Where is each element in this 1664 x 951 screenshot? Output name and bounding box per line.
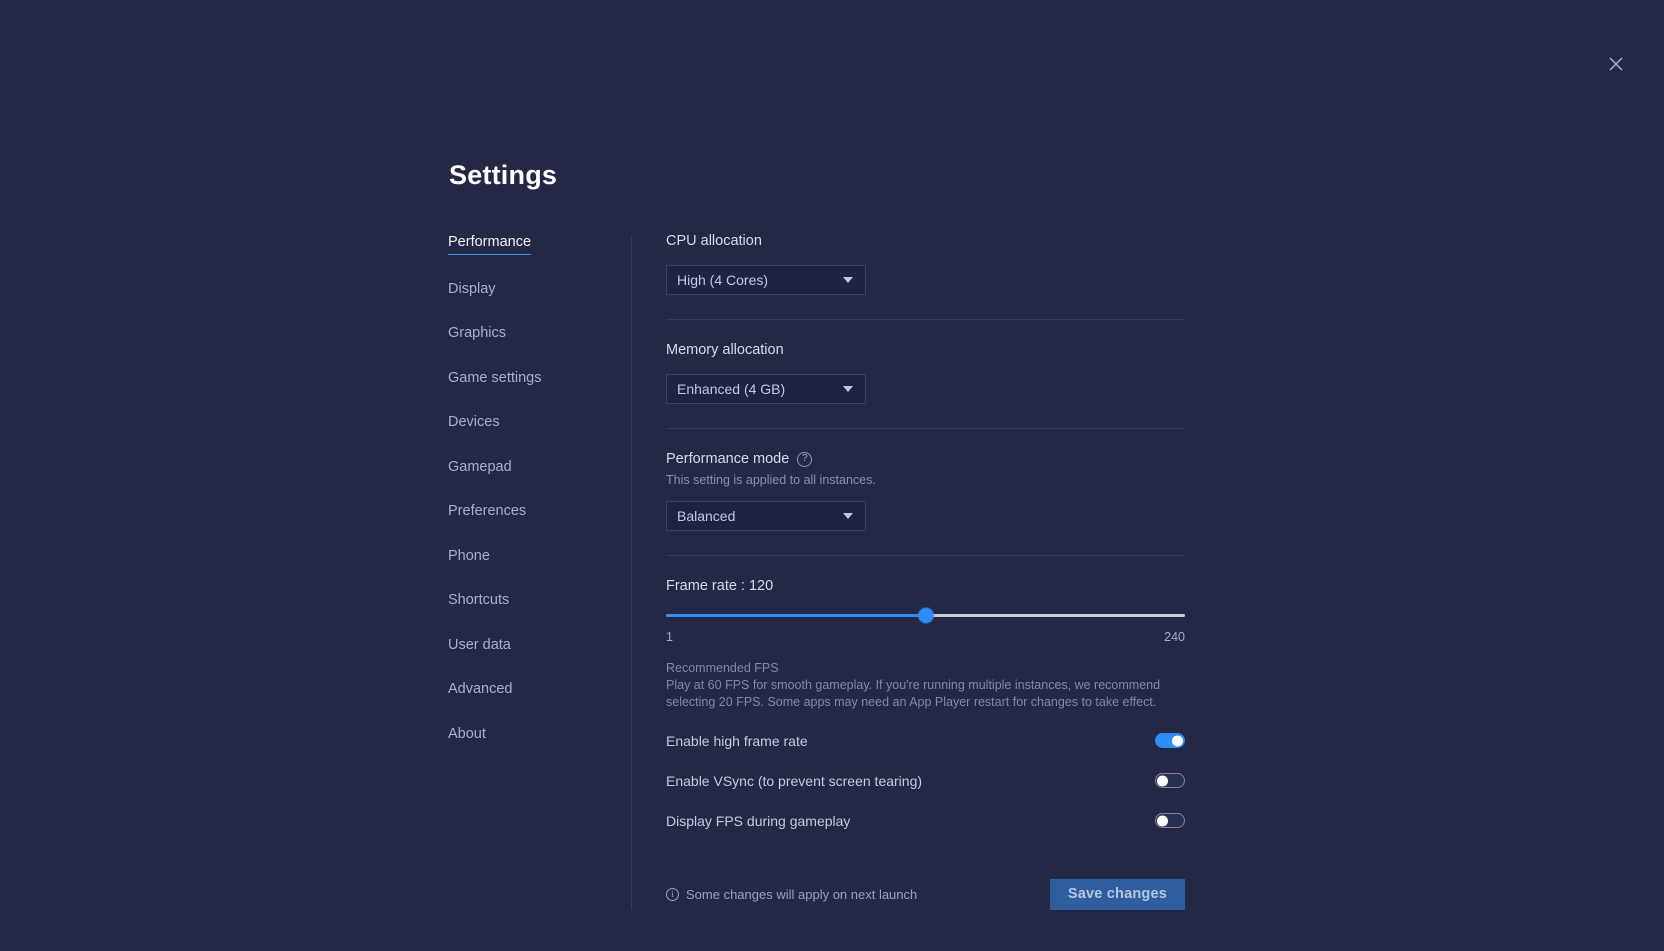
save-changes-button[interactable]: Save changes	[1050, 879, 1185, 910]
sidebar-item-shortcuts[interactable]: Shortcuts	[448, 593, 509, 611]
toggle-label-display-fps: Display FPS during gameplay	[666, 813, 850, 829]
performance-mode-section: Performance mode ? This setting is appli…	[666, 451, 1208, 531]
toggle-display-fps[interactable]	[1155, 813, 1185, 828]
settings-footer: i Some changes will apply on next launch…	[666, 879, 1185, 910]
settings-window: Settings Performance Display Graphics Ga…	[0, 0, 1664, 951]
chevron-down-icon	[843, 277, 853, 283]
recommended-fps-title: Recommended FPS	[666, 661, 1208, 675]
frame-rate-section: Frame rate : 120 1 240 Recommended FPS P…	[666, 578, 1208, 834]
section-divider-1	[666, 319, 1185, 320]
recommended-fps-text: Play at 60 FPS for smooth gameplay. If y…	[666, 677, 1166, 712]
toggle-high-frame-rate[interactable]	[1155, 733, 1185, 748]
sidebar-nav-list: Performance Display Graphics Game settin…	[448, 235, 631, 771]
memory-allocation-section: Memory allocation Enhanced (4 GB)	[666, 342, 1208, 404]
sidebar-item-devices[interactable]: Devices	[448, 415, 500, 433]
cpu-allocation-label: CPU allocation	[666, 233, 1208, 249]
performance-mode-dropdown[interactable]: Balanced	[666, 501, 866, 531]
sidebar-item-performance[interactable]: Performance	[448, 235, 531, 255]
toggle-knob	[1172, 735, 1183, 746]
sidebar-item-graphics[interactable]: Graphics	[448, 326, 506, 344]
sidebar-item-about[interactable]: About	[448, 727, 486, 745]
close-icon[interactable]	[1600, 48, 1632, 80]
frame-rate-slider-fill	[666, 614, 926, 617]
memory-allocation-label: Memory allocation	[666, 342, 1208, 358]
memory-allocation-dropdown[interactable]: Enhanced (4 GB)	[666, 374, 866, 404]
frame-rate-slider-thumb[interactable]	[918, 608, 933, 623]
sidebar-item-display[interactable]: Display	[448, 282, 496, 300]
frame-rate-label: Frame rate : 120	[666, 578, 1208, 594]
performance-mode-label: Performance mode	[666, 451, 789, 467]
toggle-label-vsync: Enable VSync (to prevent screen tearing)	[666, 773, 922, 789]
settings-body: Performance Display Graphics Game settin…	[448, 233, 1208, 910]
toggle-row-high-frame-rate: Enable high frame rate	[666, 728, 1185, 754]
sidebar-item-preferences[interactable]: Preferences	[448, 504, 526, 522]
toggle-label-high-frame-rate: Enable high frame rate	[666, 733, 808, 749]
chevron-down-icon	[843, 386, 853, 392]
frame-rate-min-label: 1	[666, 630, 673, 644]
page-title: Settings	[449, 160, 1208, 191]
cpu-allocation-dropdown[interactable]: High (4 Cores)	[666, 265, 866, 295]
performance-mode-label-row: Performance mode ?	[666, 451, 1208, 467]
sidebar-item-game-settings[interactable]: Game settings	[448, 371, 542, 389]
info-circle-icon: i	[666, 888, 679, 901]
sidebar-item-phone[interactable]: Phone	[448, 549, 490, 567]
settings-dialog: Settings Performance Display Graphics Ga…	[448, 160, 1208, 910]
next-launch-note-text: Some changes will apply on next launch	[686, 887, 917, 902]
toggle-knob	[1157, 775, 1168, 786]
toggle-row-vsync: Enable VSync (to prevent screen tearing)	[666, 768, 1185, 794]
cpu-allocation-value: High (4 Cores)	[677, 272, 843, 288]
sidebar-item-user-data[interactable]: User data	[448, 638, 511, 656]
section-divider-2	[666, 428, 1185, 429]
sidebar-item-advanced[interactable]: Advanced	[448, 682, 513, 700]
settings-content: CPU allocation High (4 Cores) Memory all…	[632, 233, 1208, 910]
frame-rate-range-labels: 1 240	[666, 630, 1185, 644]
toggle-knob	[1157, 815, 1168, 826]
chevron-down-icon	[843, 513, 853, 519]
next-launch-note: i Some changes will apply on next launch	[666, 887, 917, 902]
toggle-row-display-fps: Display FPS during gameplay	[666, 808, 1185, 834]
frame-rate-slider[interactable]	[666, 608, 1185, 622]
frame-rate-max-label: 240	[1164, 630, 1185, 644]
settings-sidebar: Performance Display Graphics Game settin…	[448, 233, 631, 771]
cpu-allocation-section: CPU allocation High (4 Cores)	[666, 233, 1208, 295]
performance-mode-value: Balanced	[677, 508, 843, 524]
sidebar-item-gamepad[interactable]: Gamepad	[448, 460, 512, 478]
performance-mode-sublabel: This setting is applied to all instances…	[666, 473, 1208, 487]
toggle-vsync[interactable]	[1155, 773, 1185, 788]
help-circle-icon[interactable]: ?	[797, 452, 812, 467]
frame-rate-toggle-list: Enable high frame rate Enable VSync (to …	[666, 728, 1185, 834]
memory-allocation-value: Enhanced (4 GB)	[677, 381, 843, 397]
section-divider-3	[666, 555, 1185, 556]
